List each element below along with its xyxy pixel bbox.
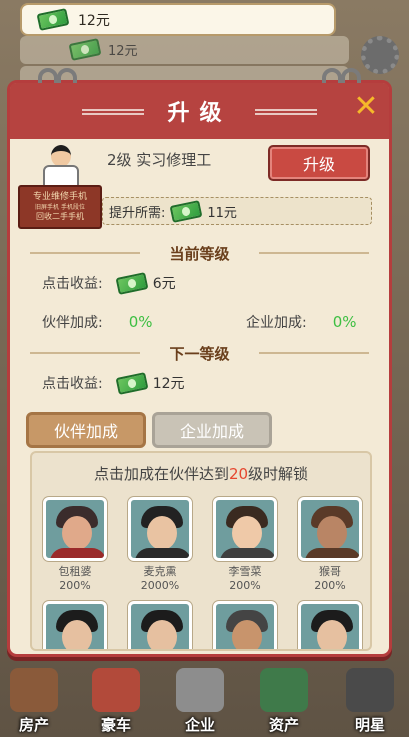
house-icon [10, 668, 58, 712]
partner-portrait [43, 601, 107, 649]
upgrade-dialog: 升级 ✕ 专业维修手机 旧屏手机 手机段位 回收二手手机 2级 实习修理工 升级… [7, 68, 392, 657]
cost-amount: 11元 [207, 205, 237, 221]
tab-partner-bonus[interactable]: 伙伴加成 [26, 412, 146, 448]
job-level-name: 2级 实习修理工 [107, 151, 212, 169]
nav-assets[interactable]: 资产 [254, 668, 314, 735]
bottom-navigation: 房产 豪车 企业 资产 明星 [0, 657, 409, 737]
car-icon [92, 668, 140, 712]
repair-stall-illustration: 专业维修手机 旧屏手机 手机段位 回收二手手机 [15, 141, 105, 231]
dialog-header: 升级 ✕ [10, 83, 389, 139]
partner-card-locked[interactable] [210, 601, 280, 649]
settings-gear-icon[interactable] [361, 36, 399, 74]
partner-portrait [213, 497, 277, 561]
upgrade-button[interactable]: 升级 [268, 145, 370, 181]
header-decoration [82, 109, 144, 115]
close-button[interactable]: ✕ [351, 92, 381, 122]
partner-card-locked[interactable] [295, 601, 365, 649]
nav-property[interactable]: 房产 [4, 668, 64, 735]
safe-icon [260, 668, 308, 712]
balance-amount: 12元 [78, 12, 110, 29]
cash-icon [169, 199, 203, 223]
cash-icon [36, 8, 70, 31]
partner-portrait [43, 497, 107, 561]
nav-company[interactable]: 企业 [170, 668, 230, 735]
next-click-income: 点击收益: 12元 [42, 371, 185, 395]
next-level-heading: 下一等级 [10, 343, 389, 364]
background-income-row: 12元 [68, 38, 138, 61]
partner-portrait [128, 497, 192, 561]
current-click-income: 点击收益: 6元 [42, 271, 176, 295]
star-person-icon [346, 668, 394, 712]
cash-icon [115, 371, 149, 395]
upgrade-cost: 提升所需: 11元 [102, 197, 372, 225]
unlock-hint: 点击加成在伙伴达到20级时解锁 [93, 465, 309, 483]
partner-portrait [298, 601, 362, 649]
balance-display: 12元 [20, 3, 336, 36]
partner-bonus-panel: 点击加成在伙伴达到20级时解锁 包租婆 200% 麦克熏 2000% 李雪菜 2… [30, 451, 372, 651]
partner-card[interactable]: 麦克熏 2000% [125, 497, 195, 592]
current-partner-bonus: 伙伴加成: 0% [42, 313, 153, 331]
partner-portrait [128, 601, 192, 649]
stall-sign: 专业维修手机 旧屏手机 手机段位 回收二手手机 [18, 185, 102, 229]
current-level-heading: 当前等级 [10, 243, 389, 264]
partner-card-locked[interactable] [125, 601, 195, 649]
cash-icon [68, 38, 102, 61]
partner-portrait [213, 601, 277, 649]
factory-icon [176, 668, 224, 712]
dialog-title: 升级 [167, 101, 232, 126]
nav-stars[interactable]: 明星 [340, 668, 400, 735]
partner-card[interactable]: 包租婆 200% [40, 497, 110, 592]
cost-label: 提升所需: [109, 205, 166, 221]
cash-icon [115, 271, 149, 295]
partner-card[interactable]: 猴哥 200% [295, 497, 365, 592]
current-company-bonus: 企业加成: 0% [246, 313, 357, 331]
partner-card-locked[interactable] [40, 601, 110, 649]
partner-card[interactable]: 李雪菜 200% [210, 497, 280, 592]
partner-portrait [298, 497, 362, 561]
header-decoration [255, 109, 317, 115]
tab-company-bonus[interactable]: 企业加成 [152, 412, 272, 448]
nav-luxury-car[interactable]: 豪车 [86, 668, 146, 735]
